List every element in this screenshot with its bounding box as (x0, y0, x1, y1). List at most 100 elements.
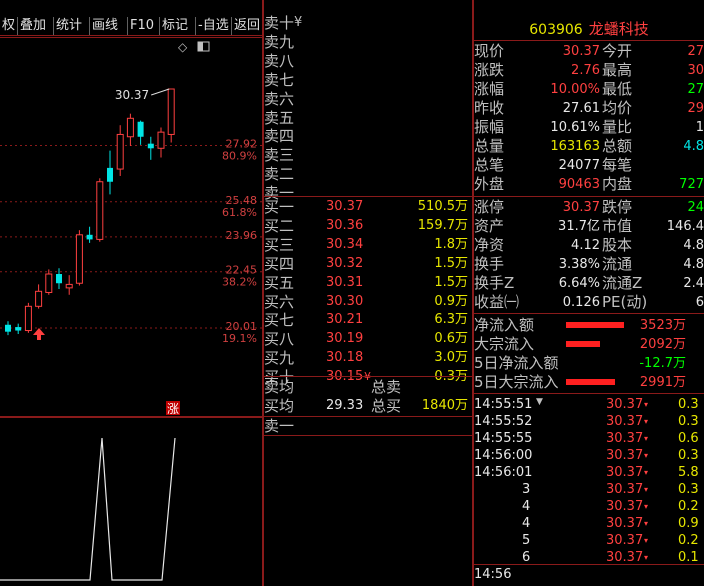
buy-level-row[interactable]: 买五 30.31 1.5万 (264, 274, 472, 292)
sell-one-row[interactable]: 卖一 (264, 417, 472, 435)
stock-header[interactable]: 603906 龙蟠科技 (474, 18, 704, 40)
tick-price: 30.37 (606, 448, 644, 463)
candle-body[interactable] (126, 117, 134, 138)
buy-avg-value: 29.33 (326, 398, 364, 413)
buy-level-row[interactable]: 买四 30.32 1.5万 (264, 255, 472, 273)
tick-price: 30.37 (606, 499, 644, 514)
buy-level-row[interactable]: 买七 30.21 6.3万 (264, 311, 472, 329)
sell-level-label: 卖九 (264, 32, 295, 51)
tick-row[interactable]: 4 30.37 ▾ 0.9 (474, 515, 704, 532)
candle-body[interactable] (56, 274, 62, 284)
buy-level-row[interactable]: 买一 30.37 510.5万 (264, 198, 472, 216)
buy-level-row[interactable]: 买三 30.34 1.8万 (264, 236, 472, 254)
candle-body[interactable] (96, 181, 104, 240)
candle-body[interactable] (157, 131, 165, 149)
candle-body[interactable] (86, 234, 93, 240)
stock-code: 603906 (529, 22, 583, 38)
sell-level-row[interactable]: 卖二 (264, 165, 472, 183)
toolbar-button-7[interactable]: 返回 (234, 17, 260, 35)
diamond-icon[interactable]: ◇ (178, 40, 188, 54)
tick-volume: 0.2 (678, 499, 699, 514)
candle-body[interactable] (35, 290, 43, 307)
toolbar-button-1[interactable]: 叠加 (20, 17, 46, 35)
buy-level-volume: 159.7万 (417, 217, 468, 233)
sell-avg-label: 卖均 (264, 378, 295, 396)
candle-body[interactable] (116, 133, 124, 170)
tick-row[interactable]: 5 30.37 ▾ 0.2 (474, 532, 704, 549)
candle-body[interactable] (5, 324, 11, 332)
sell-level-row[interactable]: 卖十 ¥ (264, 14, 472, 32)
candle-body[interactable] (45, 273, 53, 293)
pct-axis-label: 19.1% (222, 332, 257, 345)
sell-level-row[interactable]: 卖六 (264, 90, 472, 108)
buy-level-label: 买九 (264, 349, 295, 368)
quote-row: 总量 163163 总额 4.8 (474, 137, 704, 156)
buy-level-row[interactable]: 买二 30.36 159.7万 (264, 217, 472, 235)
tick-volume: 0.3 (678, 397, 699, 412)
buy-summary-row: 买均 29.33 总买 1840万 (264, 397, 472, 415)
tick-row[interactable]: 3 30.37 ▾ 0.3 (474, 481, 704, 498)
yuan-icon: ¥ (294, 15, 303, 30)
toolbar-button-5[interactable]: 标记 (162, 17, 188, 35)
quote-key: 现价 (474, 42, 505, 60)
candle-body[interactable] (65, 283, 73, 289)
tick-arrow-icon: ▾ (644, 485, 649, 494)
candle-body[interactable] (24, 305, 32, 332)
sell-level-row[interactable]: 卖四 (264, 127, 472, 145)
toolbar-button-4[interactable]: F10 (130, 17, 154, 35)
tick-row[interactable]: 14:56:01 30.37 ▾ 5.8 (474, 464, 704, 481)
sell-level-row[interactable]: 卖七 (264, 71, 472, 89)
buy-level-row[interactable]: 买六 30.30 0.9万 (264, 293, 472, 311)
candle-body[interactable] (167, 88, 175, 135)
buy-level-row[interactable]: 买九 30.18 3.0万 (264, 349, 472, 367)
buy-level-row[interactable]: 买八 30.19 0.6万 (264, 330, 472, 348)
sell-level-row[interactable]: 卖八 (264, 52, 472, 70)
quote-value-2: 1 (695, 120, 704, 135)
sell-level-row[interactable]: 卖九 (264, 33, 472, 51)
candle-body[interactable] (75, 234, 83, 284)
toolbar-button-3[interactable]: 画线 (92, 17, 118, 35)
toolbar-button-0[interactable]: 权 (2, 17, 15, 35)
volume-chart[interactable] (0, 418, 262, 586)
tick-time: 14:55:55 (474, 431, 533, 446)
tick-row[interactable]: 14:55:55 30.37 ▾ 0.6 (474, 430, 704, 447)
quote-key: 振幅 (474, 118, 505, 136)
quote-key-2: 市值 (602, 217, 633, 235)
tick-price: 30.37 (606, 431, 644, 446)
toolbar-button-2[interactable]: 统计 (56, 17, 82, 35)
toolbar-button-6[interactable]: -自选 (198, 17, 229, 35)
quote-row: 涨幅 10.00% 最低 27 (474, 80, 704, 99)
scroll-down-icon[interactable]: ▼ (536, 394, 543, 411)
quote-value-2: 6 (695, 295, 704, 310)
sell-total-label: 总卖 (371, 378, 402, 396)
quote-value: 24077 (558, 158, 600, 173)
tick-row[interactable]: 14:55:51 ▼ 30.37 ▾ 0.3 (474, 396, 704, 413)
sell-level-label: 卖六 (264, 89, 295, 108)
quote-value-2: 27 (687, 82, 704, 97)
tick-row[interactable]: 14:56:00 30.37 ▾ 0.3 (474, 447, 704, 464)
quote-value-2: 30 (687, 63, 704, 78)
candle-body[interactable] (137, 121, 144, 137)
tick-row[interactable]: 14:55:52 30.37 ▾ 0.3 (474, 413, 704, 430)
sell-level-label: 卖七 (264, 70, 295, 89)
quote-value-2: 4.8 (683, 257, 704, 272)
toolbar-separator (17, 17, 18, 35)
quote-key-2: 均价 (602, 99, 633, 117)
panel-divider (474, 393, 704, 394)
volume-line (0, 437, 176, 581)
candle-body[interactable] (15, 327, 22, 331)
sell-level-row[interactable]: 卖三 (264, 146, 472, 164)
candle-body[interactable] (147, 143, 154, 149)
tick-row[interactable]: 4 30.37 ▾ 0.2 (474, 498, 704, 515)
quote-value-2: 727 (679, 177, 704, 192)
quote-value: 6.64% (558, 276, 600, 291)
buy-total-label: 总买 (371, 397, 402, 415)
candle-body[interactable] (107, 167, 113, 182)
quote-key: 总量 (474, 137, 505, 155)
sell-level-row[interactable]: 卖五 (264, 109, 472, 127)
kline-chart[interactable]: 27.9225.4823.9622.4520.0180.9%61.8%38.2%… (0, 37, 262, 415)
toolbar-separator (53, 17, 54, 35)
quote-row: 净资 4.12 股本 4.8 (474, 236, 704, 255)
tick-price: 30.37 (606, 533, 644, 548)
buy-level-price: 30.31 (326, 274, 364, 290)
